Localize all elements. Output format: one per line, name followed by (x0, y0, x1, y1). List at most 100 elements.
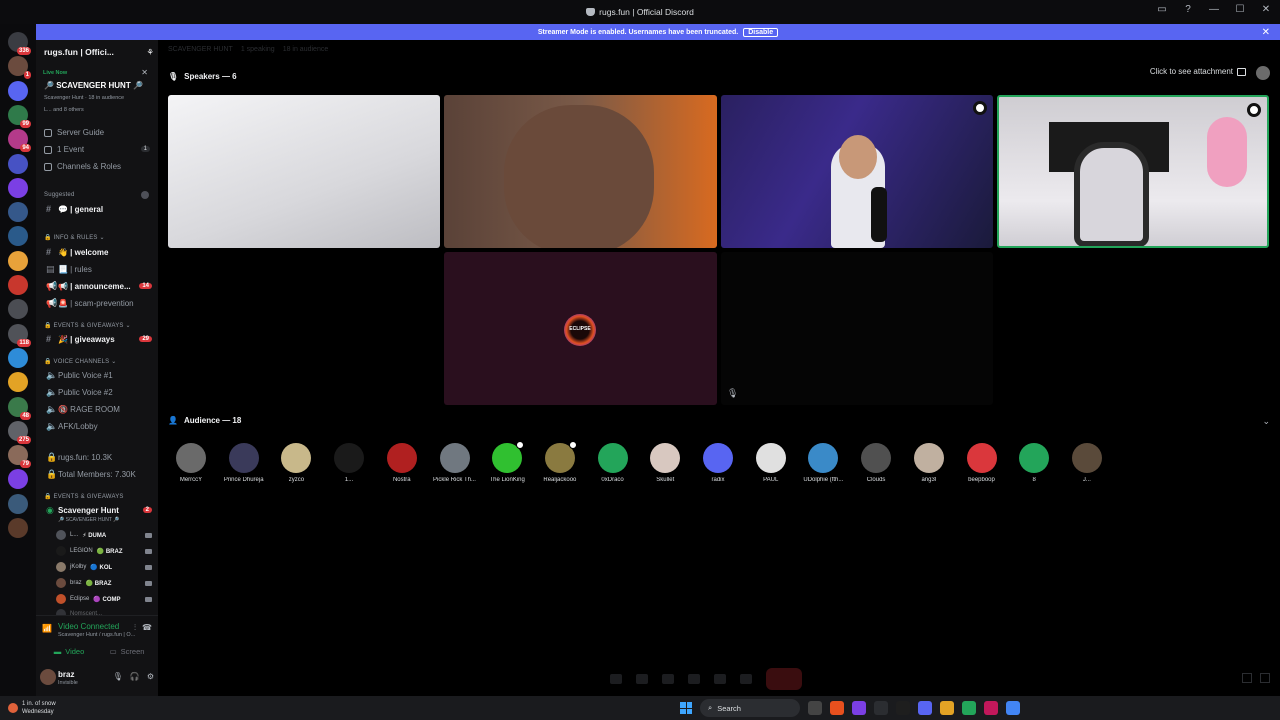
channel-scam-prevention[interactable]: 📢 🚨 | scam-prevention (44, 296, 154, 310)
server-icon[interactable] (8, 518, 28, 538)
server-icon[interactable] (8, 299, 28, 320)
microphone-icon[interactable]: 🎙 (113, 672, 123, 681)
app-icon[interactable] (874, 701, 888, 715)
voice-user[interactable]: L... ⚡ DUMA (56, 530, 152, 540)
fullscreen-icon[interactable] (1260, 673, 1270, 683)
audience-member[interactable]: 8 (1008, 443, 1060, 483)
app-icon[interactable] (984, 701, 998, 715)
server-icon[interactable]: 336 (8, 32, 31, 55)
signal-icon[interactable]: 📶 (42, 624, 52, 633)
microphone-icon[interactable] (610, 674, 622, 684)
app-icon[interactable] (962, 701, 976, 715)
screen-share-button[interactable]: ▭ Screen (100, 644, 154, 658)
server-icon[interactable] (8, 347, 28, 368)
video-tile-speaking[interactable] (997, 95, 1269, 248)
server-icon[interactable] (8, 469, 28, 490)
voice-location[interactable]: Scavenger Hunt / rugs.fun | O... (58, 632, 135, 638)
voice-user[interactable]: jKolby 🔵 KOL (56, 562, 152, 572)
raise-hand-icon[interactable] (688, 674, 700, 684)
file-explorer-icon[interactable] (940, 701, 954, 715)
server-icon[interactable]: 94 (8, 129, 31, 153)
nav-events[interactable]: 1 Event (44, 145, 84, 154)
chrome-icon[interactable] (1006, 701, 1020, 715)
minimize-icon[interactable]: — (1208, 4, 1220, 15)
server-icon[interactable]: 1 (8, 56, 31, 80)
video-tile[interactable] (444, 95, 717, 248)
nav-channels-roles[interactable]: Channels & Roles (44, 162, 121, 171)
disconnect-icon[interactable]: ☎ (142, 623, 152, 632)
weather-widget[interactable]: 1 in. of snow Wednesday (8, 700, 56, 716)
see-attachment-button[interactable]: Click to see attachment (1150, 67, 1246, 76)
headphones-icon[interactable]: 🎧 (130, 672, 140, 681)
audience-member[interactable]: Clouds (850, 443, 902, 483)
audience-member[interactable]: radix (692, 443, 744, 483)
video-tile-eclipse[interactable]: ECLIPSE (444, 252, 717, 405)
server-icon[interactable] (8, 372, 28, 393)
gear-icon[interactable]: ⚙ (147, 672, 154, 681)
popout-icon[interactable] (1242, 673, 1252, 683)
disable-streamer-mode-button[interactable]: Disable (743, 27, 779, 37)
maximize-icon[interactable]: ☐ (1234, 4, 1246, 15)
audience-member[interactable]: Prince Dhureja (218, 443, 270, 483)
app-icon[interactable] (852, 701, 866, 715)
audience-member[interactable]: Nostra (376, 443, 428, 483)
category-events-giveaways-2[interactable]: 🔒 EVENTS & GIVEAWAYS (44, 493, 124, 500)
video-button[interactable]: ▬ Video (42, 644, 96, 658)
audience-member[interactable]: J... (1061, 443, 1113, 483)
close-event-icon[interactable]: ✕ (141, 68, 148, 77)
channel-welcome[interactable]: # 👋 | welcome (44, 245, 154, 259)
audience-member[interactable]: Skullet (639, 443, 691, 483)
discord-icon[interactable] (918, 701, 932, 715)
server-icon[interactable] (8, 202, 28, 223)
help-icon[interactable]: ? (1182, 4, 1194, 15)
server-icon[interactable]: 48 (8, 396, 31, 420)
voice-user[interactable]: LEGION 🟢 BRAZ (56, 546, 152, 556)
noise-suppression-icon[interactable]: ⫶ (134, 623, 136, 633)
server-icon[interactable] (8, 177, 28, 198)
voice-user[interactable]: braz 🟢 BRAZ (56, 578, 152, 588)
audience-member[interactable]: UDolphie (fth... (797, 443, 849, 483)
nav-server-guide[interactable]: Server Guide (44, 128, 104, 137)
voice-channel-1[interactable]: 🔈 Public Voice #1 (44, 368, 154, 382)
server-icon[interactable] (8, 226, 28, 247)
host-avatar[interactable] (1256, 66, 1270, 80)
audience-member[interactable]: 0xDraco (587, 443, 639, 483)
server-icon[interactable] (8, 80, 28, 101)
category-info-rules[interactable]: 🔒 INFO & RULES ⌄ (44, 234, 105, 241)
tradingview-icon[interactable] (896, 701, 910, 715)
close-banner-icon[interactable]: ✕ (1262, 27, 1270, 38)
camera-icon[interactable] (636, 674, 648, 684)
user-avatar[interactable] (40, 669, 56, 685)
server-icon[interactable] (8, 275, 28, 295)
server-icon[interactable]: 275 (8, 420, 31, 444)
audience-member[interactable]: 1... (323, 443, 375, 483)
category-events-giveaways[interactable]: 🔒 EVENTS & GIVEAWAYS ⌄ (44, 322, 131, 329)
video-tile[interactable] (721, 95, 993, 248)
channel-announcements[interactable]: 📢 📢 | announceme... 14 (44, 279, 154, 293)
channel-giveaways[interactable]: # 🎉 | giveaways 29 (44, 332, 154, 346)
voice-user[interactable]: Eclipse 🟣 COMP (56, 594, 152, 604)
server-icon[interactable]: 99 (8, 104, 31, 128)
brave-icon[interactable] (830, 701, 844, 715)
start-button[interactable] (680, 702, 692, 714)
channel-rules[interactable]: ▤ 📃 | rules (44, 262, 154, 276)
server-icon[interactable]: 118 (8, 323, 31, 347)
task-view-icon[interactable] (808, 701, 822, 715)
server-icon[interactable]: 79 (8, 445, 31, 469)
server-icon[interactable] (8, 153, 28, 174)
audience-member[interactable]: The LionKing (481, 441, 533, 483)
more-icon[interactable] (740, 674, 752, 684)
audience-member[interactable]: MerrccY (165, 443, 217, 483)
collapse-audience-icon[interactable]: ⌄ (1262, 416, 1270, 427)
channel-general[interactable]: # 💬 | general (44, 202, 154, 216)
leave-stage-button[interactable] (766, 668, 802, 690)
close-window-icon[interactable]: ✕ (1260, 4, 1272, 15)
server-icon[interactable] (8, 493, 28, 514)
voice-channel-rage-room[interactable]: 🔈 🔞 RAGE ROOM (44, 402, 154, 416)
inbox-icon[interactable]: ▭ (1156, 4, 1168, 15)
audience-member[interactable]: ang3l (903, 443, 955, 483)
voice-channel-afk[interactable]: 🔈 AFK/Lobby (44, 419, 154, 433)
audience-member[interactable]: PAUL (745, 443, 797, 483)
video-tile[interactable] (168, 95, 440, 248)
taskbar-search[interactable]: ⌕ Search (700, 699, 800, 717)
